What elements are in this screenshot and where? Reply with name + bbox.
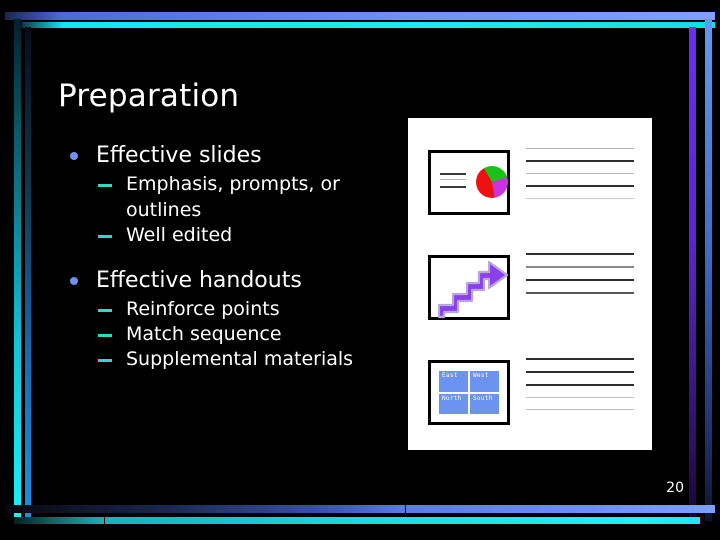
bullet-sublist: Reinforce points Match sequence Suppleme…	[62, 297, 402, 372]
note-line	[526, 198, 634, 199]
staircase-arrow-icon	[437, 260, 509, 319]
slide: Preparation Effective slides Emphasis, p…	[0, 0, 720, 540]
bullet-group-heading: Effective handouts	[62, 266, 402, 295]
frame-bar-bottom-blue-left	[5, 505, 405, 513]
note-line	[526, 160, 634, 162]
bullet-sub-label: Reinforce points	[126, 298, 280, 321]
note-line	[526, 185, 634, 187]
thumbnail-table: East West North South	[439, 371, 499, 414]
dash-icon	[98, 359, 112, 363]
pie-chart-thumbnail	[428, 150, 510, 215]
table-cell: South	[470, 393, 499, 414]
bullet-dot-icon	[70, 152, 78, 160]
note-line	[526, 292, 634, 294]
table-thumbnail: East West North South	[428, 360, 510, 425]
bullet-sublist: Emphasis, prompts, or outlines Well edit…	[62, 172, 402, 247]
note-lines-group	[526, 358, 634, 421]
note-lines-group	[526, 148, 634, 210]
bullet-sub-item: Emphasis, prompts, or outlines	[96, 172, 402, 222]
bullet-heading-label: Effective handouts	[96, 267, 302, 293]
table-cell: West	[470, 371, 499, 392]
note-line	[526, 397, 634, 398]
thumbnail-text-line	[440, 179, 466, 180]
bullet-sub-label: Match sequence	[126, 323, 282, 346]
note-lines-group	[526, 253, 634, 305]
table-cell: East	[439, 371, 468, 392]
bullet-sub-label: Well edited	[126, 223, 233, 246]
note-line	[526, 358, 634, 360]
frame-bar-bottom-cyan-left	[14, 517, 104, 524]
note-line	[526, 279, 634, 281]
bullet-sub-item: Reinforce points	[96, 297, 402, 322]
frame-bar-bottom-blue-right	[406, 505, 715, 513]
dash-icon	[98, 184, 112, 188]
note-line	[526, 253, 634, 255]
note-line	[526, 409, 634, 410]
note-line	[526, 371, 634, 373]
pie-chart-icon	[476, 166, 508, 198]
table-cell: North	[439, 393, 468, 414]
frame-bar-bottom-cyan-right	[105, 517, 700, 524]
slide-title: Preparation	[58, 78, 240, 114]
bullet-dot-icon	[70, 276, 78, 285]
dash-icon	[98, 334, 112, 338]
frame-bar-right-blue	[705, 19, 712, 521]
frame-bar-top-blue	[5, 12, 715, 20]
frame-bar-left-blue	[25, 27, 31, 521]
page-number: 20	[666, 480, 684, 496]
note-line	[526, 173, 634, 174]
frame-bar-right-purple	[689, 27, 696, 521]
staircase-arrow-thumbnail	[428, 255, 510, 320]
bullet-sub-label: Emphasis, prompts, or outlines	[126, 173, 340, 221]
handout-preview-panel: East West North South	[408, 118, 652, 450]
frame-bar-left-cyan	[14, 19, 21, 521]
bullet-group-heading: Effective slides	[62, 141, 402, 170]
bullet-sub-item: Well edited	[96, 223, 402, 248]
bullet-content: Effective slides Emphasis, prompts, or o…	[62, 141, 402, 372]
bullet-sub-item: Match sequence	[96, 322, 402, 347]
frame-bar-top-cyan	[22, 22, 715, 28]
note-line	[526, 266, 634, 268]
dash-icon	[98, 234, 112, 238]
dash-icon	[98, 309, 112, 313]
bullet-heading-label: Effective slides	[96, 143, 262, 168]
note-line	[526, 384, 634, 386]
bullet-sub-label: Supplemental materials	[126, 348, 354, 371]
bullet-sub-item: Supplemental materials	[96, 347, 402, 372]
thumbnail-text-line	[440, 186, 466, 188]
thumbnail-text-line	[440, 173, 466, 175]
note-line	[526, 148, 634, 149]
